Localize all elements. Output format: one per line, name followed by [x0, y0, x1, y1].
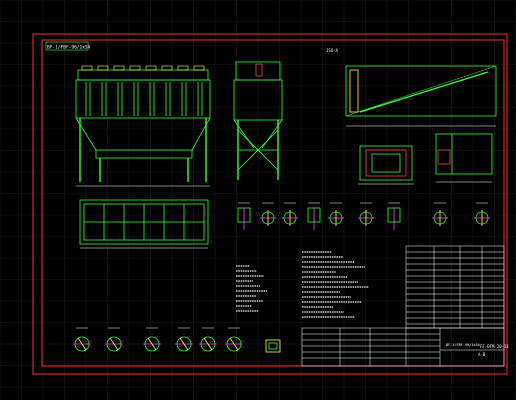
- section-view-a[interactable]: [358, 145, 414, 185]
- detail-section-icon: [265, 339, 281, 353]
- top-right-label: ISO-A: [326, 48, 339, 53]
- detail-lower-4: [175, 327, 193, 352]
- detail-lower-3: [143, 327, 161, 352]
- detail-row-lower[interactable]: [73, 327, 243, 352]
- title-block: [301, 245, 505, 367]
- detail-1: [237, 202, 251, 230]
- detail-lower-6: [225, 327, 243, 352]
- cad-drawing-canvas[interactable]: BF-1/FBF-96/1x5A ISO-A FF-BFM-20-11 A-B …: [0, 0, 516, 400]
- sheet-scale: A-B: [478, 352, 486, 357]
- title-block-label: BF-1/FBF-96/1x5A: [446, 343, 481, 347]
- section-view-b[interactable]: [435, 133, 493, 183]
- detail-8: [432, 202, 448, 226]
- notes-left: [236, 265, 267, 312]
- front-view[interactable]: [75, 69, 211, 187]
- detail-4: [307, 202, 321, 230]
- inclined-box-view[interactable]: [345, 65, 497, 127]
- detail-2: [260, 202, 276, 226]
- detail-lower-5: [199, 327, 217, 352]
- detail-9: [474, 202, 490, 226]
- drawing-number: FF-BFM-20-11: [480, 344, 509, 349]
- detail-3: [282, 202, 298, 226]
- drawing-title-left: BF-1/FBF-96/1x5A: [47, 45, 91, 51]
- detail-5: [328, 202, 344, 226]
- detail-row-upper[interactable]: [237, 202, 490, 230]
- plan-view[interactable]: [79, 199, 209, 249]
- detail-7: [387, 202, 401, 230]
- detail-lower-1: [73, 327, 91, 352]
- detail-6: [358, 202, 374, 226]
- notes-middle: [302, 251, 369, 318]
